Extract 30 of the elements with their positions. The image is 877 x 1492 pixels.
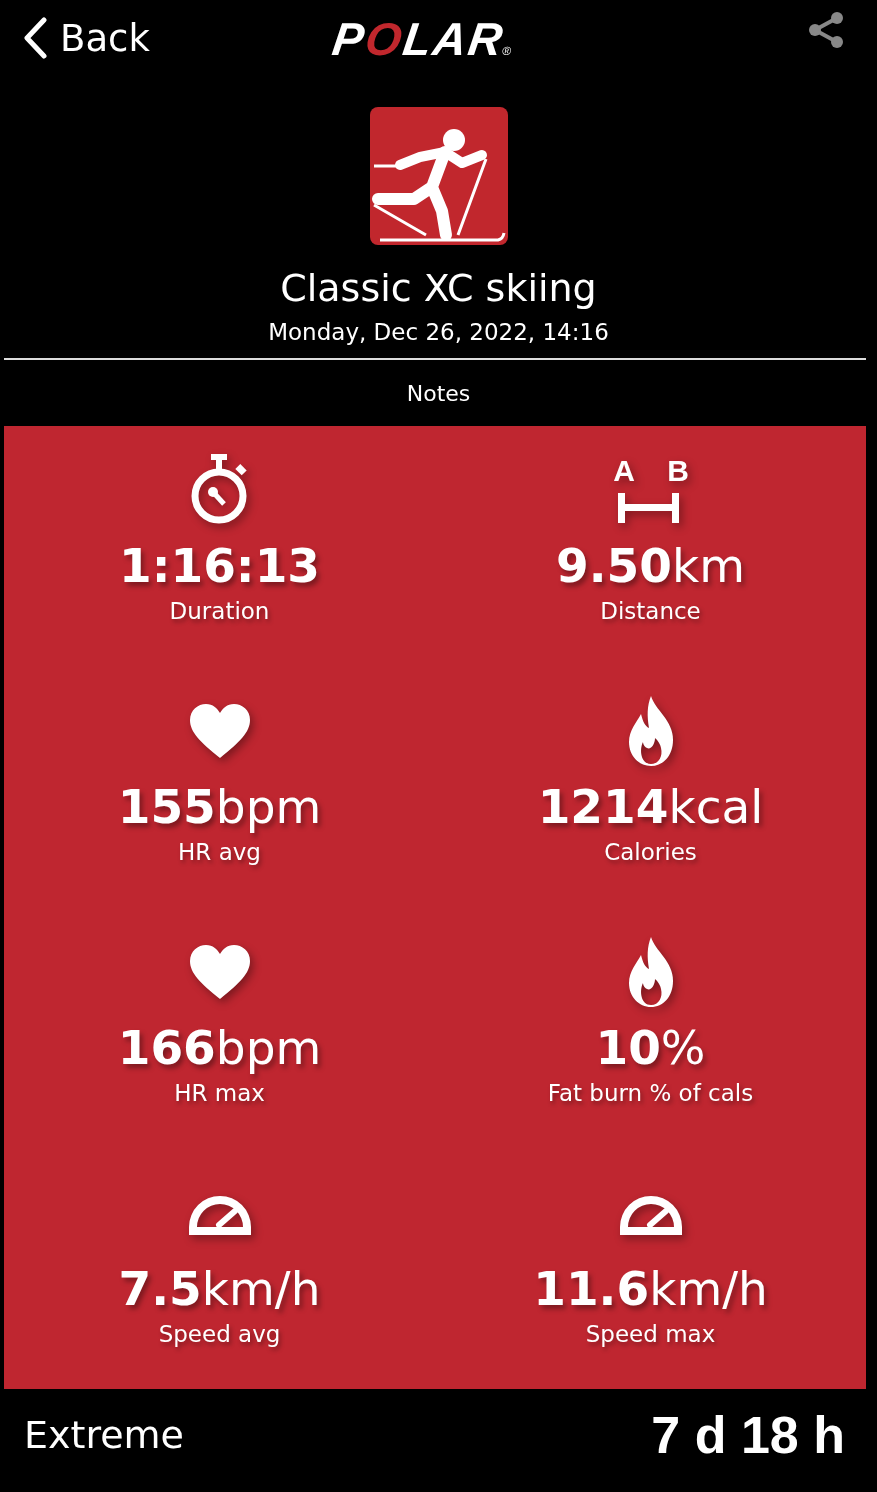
stat-value: 7.5km/h <box>118 1260 321 1318</box>
zone-label: Extreme <box>24 1413 184 1457</box>
heart-icon <box>189 704 250 758</box>
logo: POLAR® <box>328 12 515 66</box>
stat-label: Distance <box>600 598 701 624</box>
stat-label: Duration <box>169 598 270 624</box>
stat-label: HR avg <box>178 839 261 865</box>
stat-label: Fat burn % of cals <box>547 1080 754 1106</box>
skiing-icon <box>369 107 508 245</box>
flame-icon <box>626 696 675 766</box>
activity-title: Classic XC skiing <box>280 265 597 311</box>
stat-value: 11.6km/h <box>533 1260 768 1318</box>
heart-icon <box>189 945 250 999</box>
stat-value: 1:16:13 <box>118 537 321 595</box>
stat-value: 166bpm <box>117 1019 322 1077</box>
stat-value: 10% <box>595 1019 706 1077</box>
share-icon[interactable] <box>807 11 845 49</box>
stat-label: Calories <box>604 839 697 865</box>
stat-label: Speed max <box>585 1321 716 1347</box>
stat-value: 155bpm <box>117 778 322 836</box>
chevron-left-icon <box>22 17 48 59</box>
stat-label: HR max <box>174 1080 265 1106</box>
activity-date: Monday, Dec 26, 2022, 14:16 <box>268 319 609 345</box>
recovery-time: 7 d 18 h <box>651 1405 845 1465</box>
notes-link[interactable]: Notes <box>400 380 477 407</box>
flame-icon <box>626 937 675 1007</box>
stat-value: 1214kcal <box>537 778 764 836</box>
stat-label: Speed avg <box>158 1321 281 1347</box>
stat-value: 9.50km <box>556 537 745 595</box>
back-button[interactable]: Back <box>22 16 150 60</box>
